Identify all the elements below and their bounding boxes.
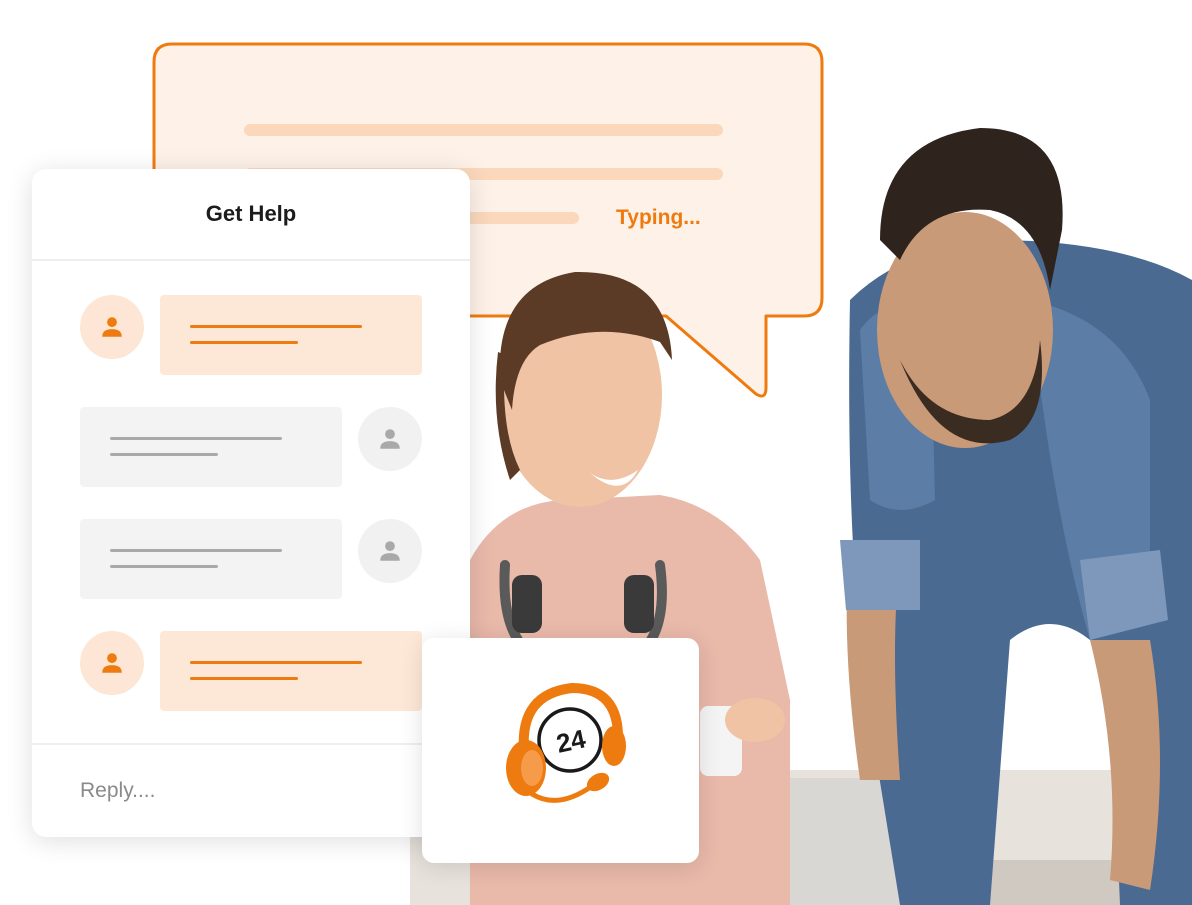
user-avatar	[358, 407, 422, 471]
message-bubble	[80, 407, 342, 487]
chat-widget: Get Help	[32, 169, 470, 837]
person-icon	[380, 541, 400, 561]
reply-input[interactable]	[80, 779, 400, 803]
message-bubble	[80, 519, 342, 599]
user-avatar	[358, 519, 422, 583]
chat-footer	[32, 743, 470, 837]
person-icon	[102, 653, 122, 673]
chat-title: Get Help	[205, 201, 297, 226]
message-line	[110, 565, 218, 568]
agent-avatar	[80, 295, 144, 359]
message-line	[110, 437, 282, 440]
message-line	[190, 677, 298, 680]
message-bubble	[160, 631, 422, 711]
chat-messages	[32, 261, 470, 741]
message-line	[190, 661, 362, 664]
message-line	[190, 341, 298, 344]
chat-message-user	[80, 407, 422, 487]
chat-message-agent	[80, 631, 422, 711]
chat-header: Get Help	[32, 169, 470, 261]
message-line	[110, 549, 282, 552]
support-badge: 24	[422, 638, 699, 863]
hero-illustration: Typing... Get Help Reply.... 24	[0, 0, 1192, 905]
chat-message-agent	[80, 295, 422, 375]
message-line	[110, 453, 218, 456]
chat-message-user	[80, 519, 422, 599]
person-icon	[380, 429, 400, 449]
message-line	[190, 325, 362, 328]
agent-avatar	[80, 631, 144, 695]
person-icon	[102, 317, 122, 337]
message-bubble	[160, 295, 422, 375]
